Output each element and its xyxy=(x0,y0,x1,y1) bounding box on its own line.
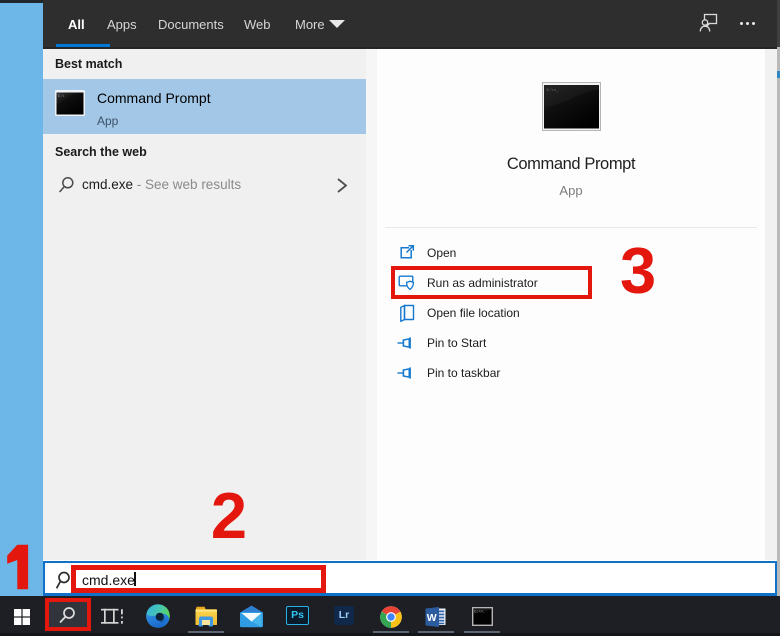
svg-text:C:\>_: C:\>_ xyxy=(547,88,560,93)
svg-text:W: W xyxy=(427,612,437,624)
svg-text:C:\>_: C:\>_ xyxy=(474,609,486,614)
svg-text:C:\: C:\ xyxy=(58,94,64,99)
